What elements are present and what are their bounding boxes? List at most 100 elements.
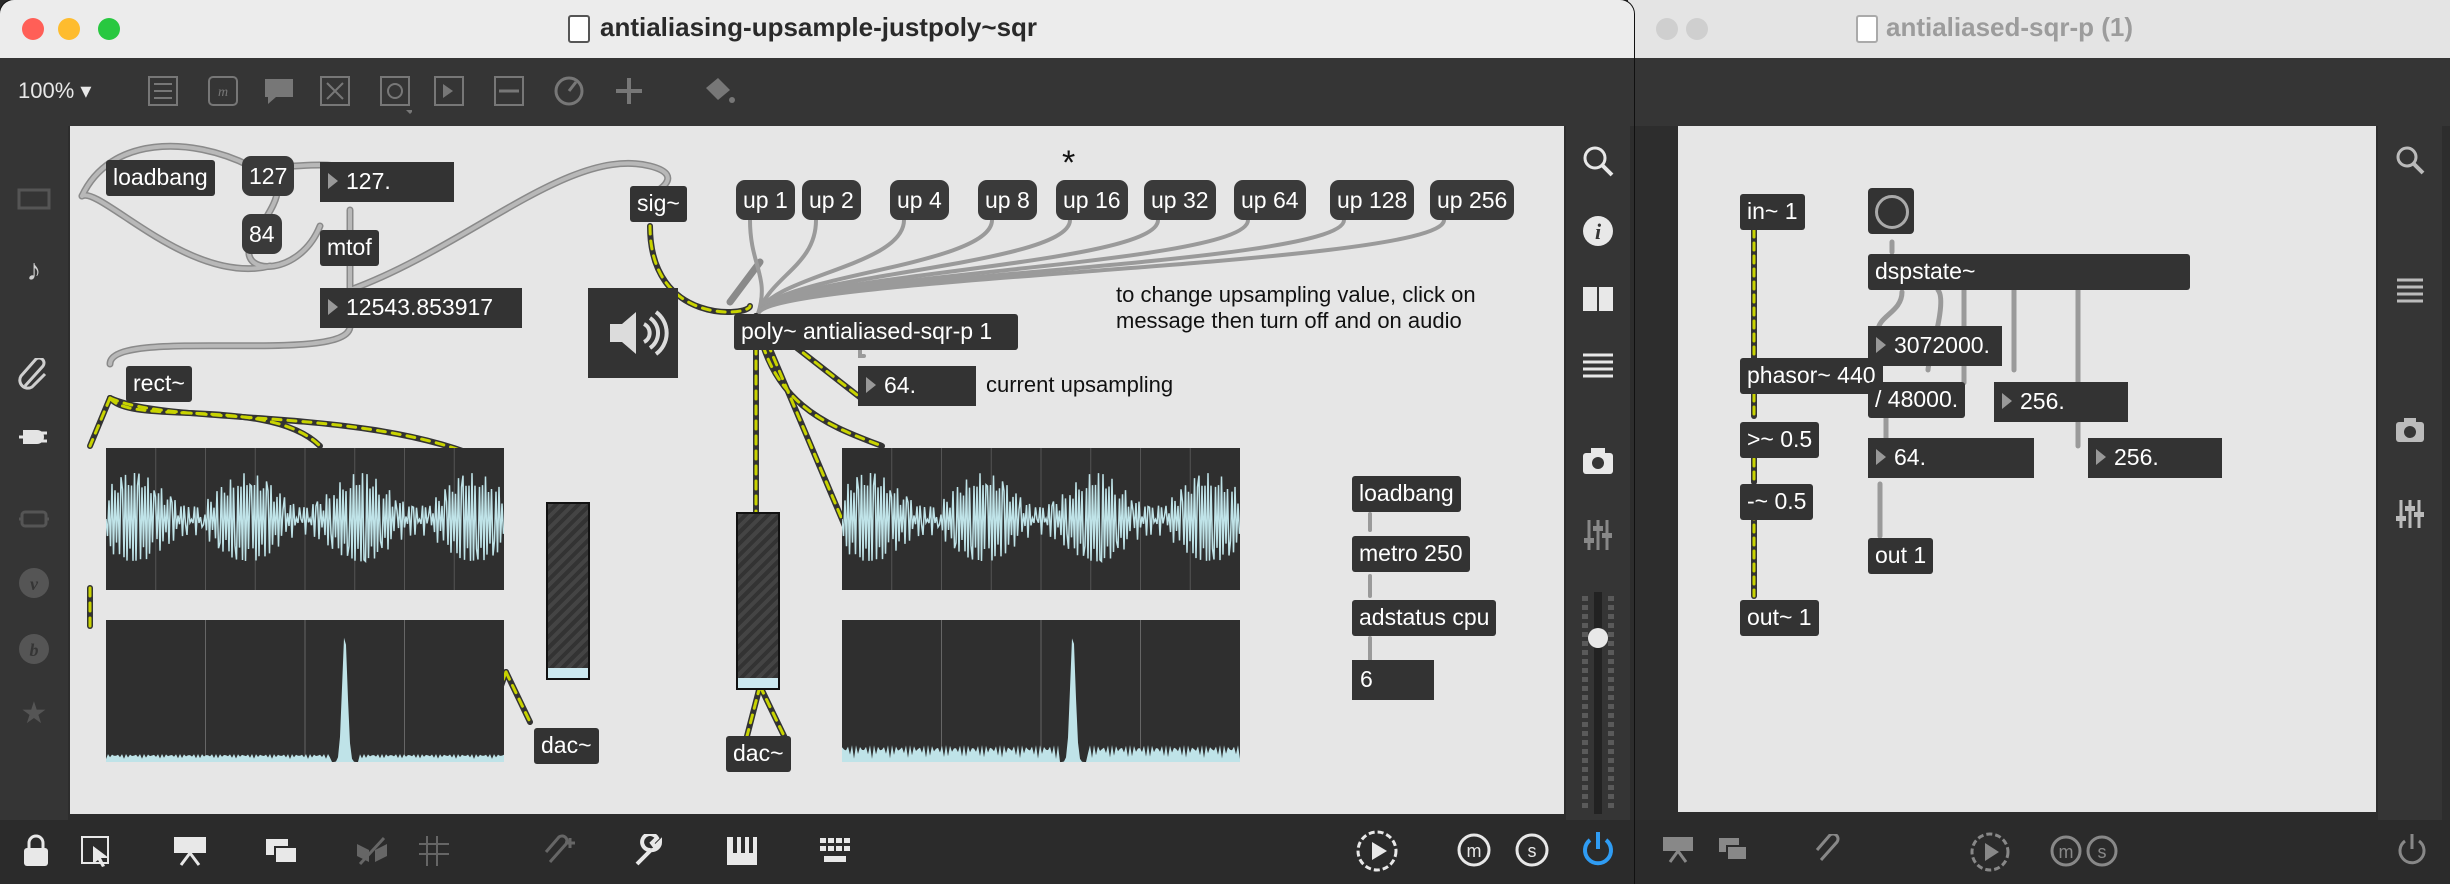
close-button[interactable] [1656,18,1678,40]
obj-out-signal[interactable]: out~ 1 [1740,600,1819,636]
comment-icon[interactable] [262,74,296,113]
power-icon[interactable] [1578,830,1618,876]
num-cpu[interactable]: 6 [1352,660,1434,700]
grid-icon[interactable] [414,834,454,876]
gain-handle[interactable] [738,678,778,688]
attach-icon[interactable] [1810,832,1850,872]
obj-adstatus[interactable]: adstatus cpu [1352,600,1497,636]
message-object-icon[interactable]: m [206,74,240,113]
num-frequency[interactable]: 12543.853917 [320,288,522,328]
obj-loadbang[interactable]: loadbang [106,160,215,196]
info-icon[interactable]: i [1578,214,1618,256]
minimize-button[interactable] [58,18,80,40]
paperclip-icon[interactable] [14,356,54,400]
zoom-button[interactable] [98,18,120,40]
gain-knob[interactable] [1588,628,1608,648]
power-icon[interactable] [2392,832,2432,876]
gain-meter-right[interactable] [736,512,780,690]
patcher-canvas[interactable]: loadbang 127 84 127. mtof 12543.853917 s… [70,126,1564,814]
button-object-icon[interactable] [318,74,352,113]
camera-icon[interactable] [2390,416,2430,452]
subpatch-titlebar[interactable]: antialiased-sqr-p (1) [1628,0,2450,59]
mute-icon[interactable]: m [2048,834,2084,876]
obj-divide[interactable]: / 48000. [1868,382,1966,418]
obj-dac-right[interactable]: dac~ [726,736,791,772]
master-gain-slider[interactable] [1578,590,1618,816]
text-object-icon[interactable] [146,74,180,113]
hide-icon[interactable] [352,834,392,876]
msg-up-2[interactable]: up 4 [890,180,949,220]
keyboard-icon[interactable] [816,834,856,876]
obj-minus[interactable]: -~ 0.5 [1740,484,1814,520]
obj-gte[interactable]: >~ 0.5 [1740,422,1820,458]
num-midi-note[interactable]: 127. [320,162,454,202]
zoom-menu[interactable]: 100% ▾ [18,78,91,104]
obj-dac-left[interactable]: dac~ [534,728,599,764]
close-button[interactable] [22,18,44,40]
v-icon[interactable]: v [14,566,54,608]
obj-dspstate[interactable]: dspstate~ [1868,254,2190,290]
num-vectorsize-a[interactable]: 256. [1994,382,2128,422]
obj-mtof[interactable]: mtof [320,230,379,266]
slider-object-icon[interactable] [492,74,526,121]
mixer-icon[interactable] [1578,518,1618,560]
edit-icon[interactable] [76,834,116,876]
search-icon[interactable] [1578,144,1618,186]
plug-icon[interactable] [14,418,54,460]
presentation-icon[interactable] [14,186,54,220]
msg-up-3[interactable]: up 8 [978,180,1037,220]
list-icon[interactable] [2390,276,2430,312]
list-icon[interactable] [1578,352,1618,390]
transport-icon[interactable] [1968,830,2012,882]
obj-poly[interactable]: poly~ antialiased-sqr-p 1 [734,314,1018,350]
msg-up-5[interactable]: up 32 [1144,180,1216,220]
speaker-toggle-button[interactable] [588,288,678,378]
msg-up-7[interactable]: up 128 [1330,180,1415,220]
mixer-icon[interactable] [2390,498,2430,538]
lock-icon[interactable] [16,834,56,876]
obj-out-control[interactable]: out 1 [1868,538,1934,574]
obj-in[interactable]: in~ 1 [1740,194,1805,230]
number-object-icon[interactable] [432,74,466,121]
gain-handle[interactable] [548,668,588,678]
main-titlebar[interactable]: antialiasing-upsample-justpoly~sqr [0,0,1634,59]
star-icon[interactable]: ★ [14,696,54,731]
obj-rect[interactable]: rect~ [126,366,192,402]
music-note-icon[interactable]: ♪ [14,254,54,288]
msg-up-0[interactable]: up 1 [736,180,795,220]
num-upsampling[interactable]: 64. [1868,438,2034,478]
toggle-button[interactable] [1868,188,1914,234]
camera-icon[interactable] [1578,446,1618,484]
presentation-icon[interactable] [170,834,210,876]
msg-up-1[interactable]: up 2 [802,180,861,220]
msg-up-8[interactable]: up 256 [1430,180,1515,220]
obj-phasor[interactable]: phasor~ 440 [1740,358,1883,394]
piano-icon[interactable] [722,834,762,876]
attach-icon[interactable] [540,834,580,876]
subpatch-canvas[interactable]: in~ 1 phasor~ 440 >~ 0.5 -~ 0.5 out~ 1 d… [1678,126,2376,812]
gain-meter-left[interactable] [546,502,590,680]
book-icon[interactable] [1578,284,1618,322]
num-vectorsize-b[interactable]: 256. [2088,438,2222,478]
transport-icon[interactable] [1354,828,1400,882]
mute-icon[interactable]: m [1456,832,1492,876]
paint-bucket-icon[interactable] [700,74,736,113]
device-icon[interactable] [14,504,54,542]
dial-object-icon[interactable] [552,74,586,121]
msg-up-6[interactable]: up 64 [1234,180,1306,220]
msg-up-4[interactable]: up 16 [1056,180,1128,220]
windows-icon[interactable] [262,834,302,876]
wrench-icon[interactable] [630,832,670,876]
num-samplerate[interactable]: 3072000. [1868,326,2002,366]
search-icon[interactable] [2390,144,2430,184]
solo-icon[interactable]: s [1514,832,1550,876]
windows-icon[interactable] [1714,834,1754,872]
add-object-icon[interactable] [612,74,646,121]
minimize-button[interactable] [1686,18,1708,40]
obj-sig[interactable]: sig~ [630,186,687,222]
solo-icon[interactable]: s [2084,834,2120,876]
msg-84[interactable]: 84 [242,214,282,254]
num-current-upsampling[interactable]: 64. [858,366,976,406]
msg-127[interactable]: 127 [242,156,295,196]
b-icon[interactable]: b [14,632,54,674]
